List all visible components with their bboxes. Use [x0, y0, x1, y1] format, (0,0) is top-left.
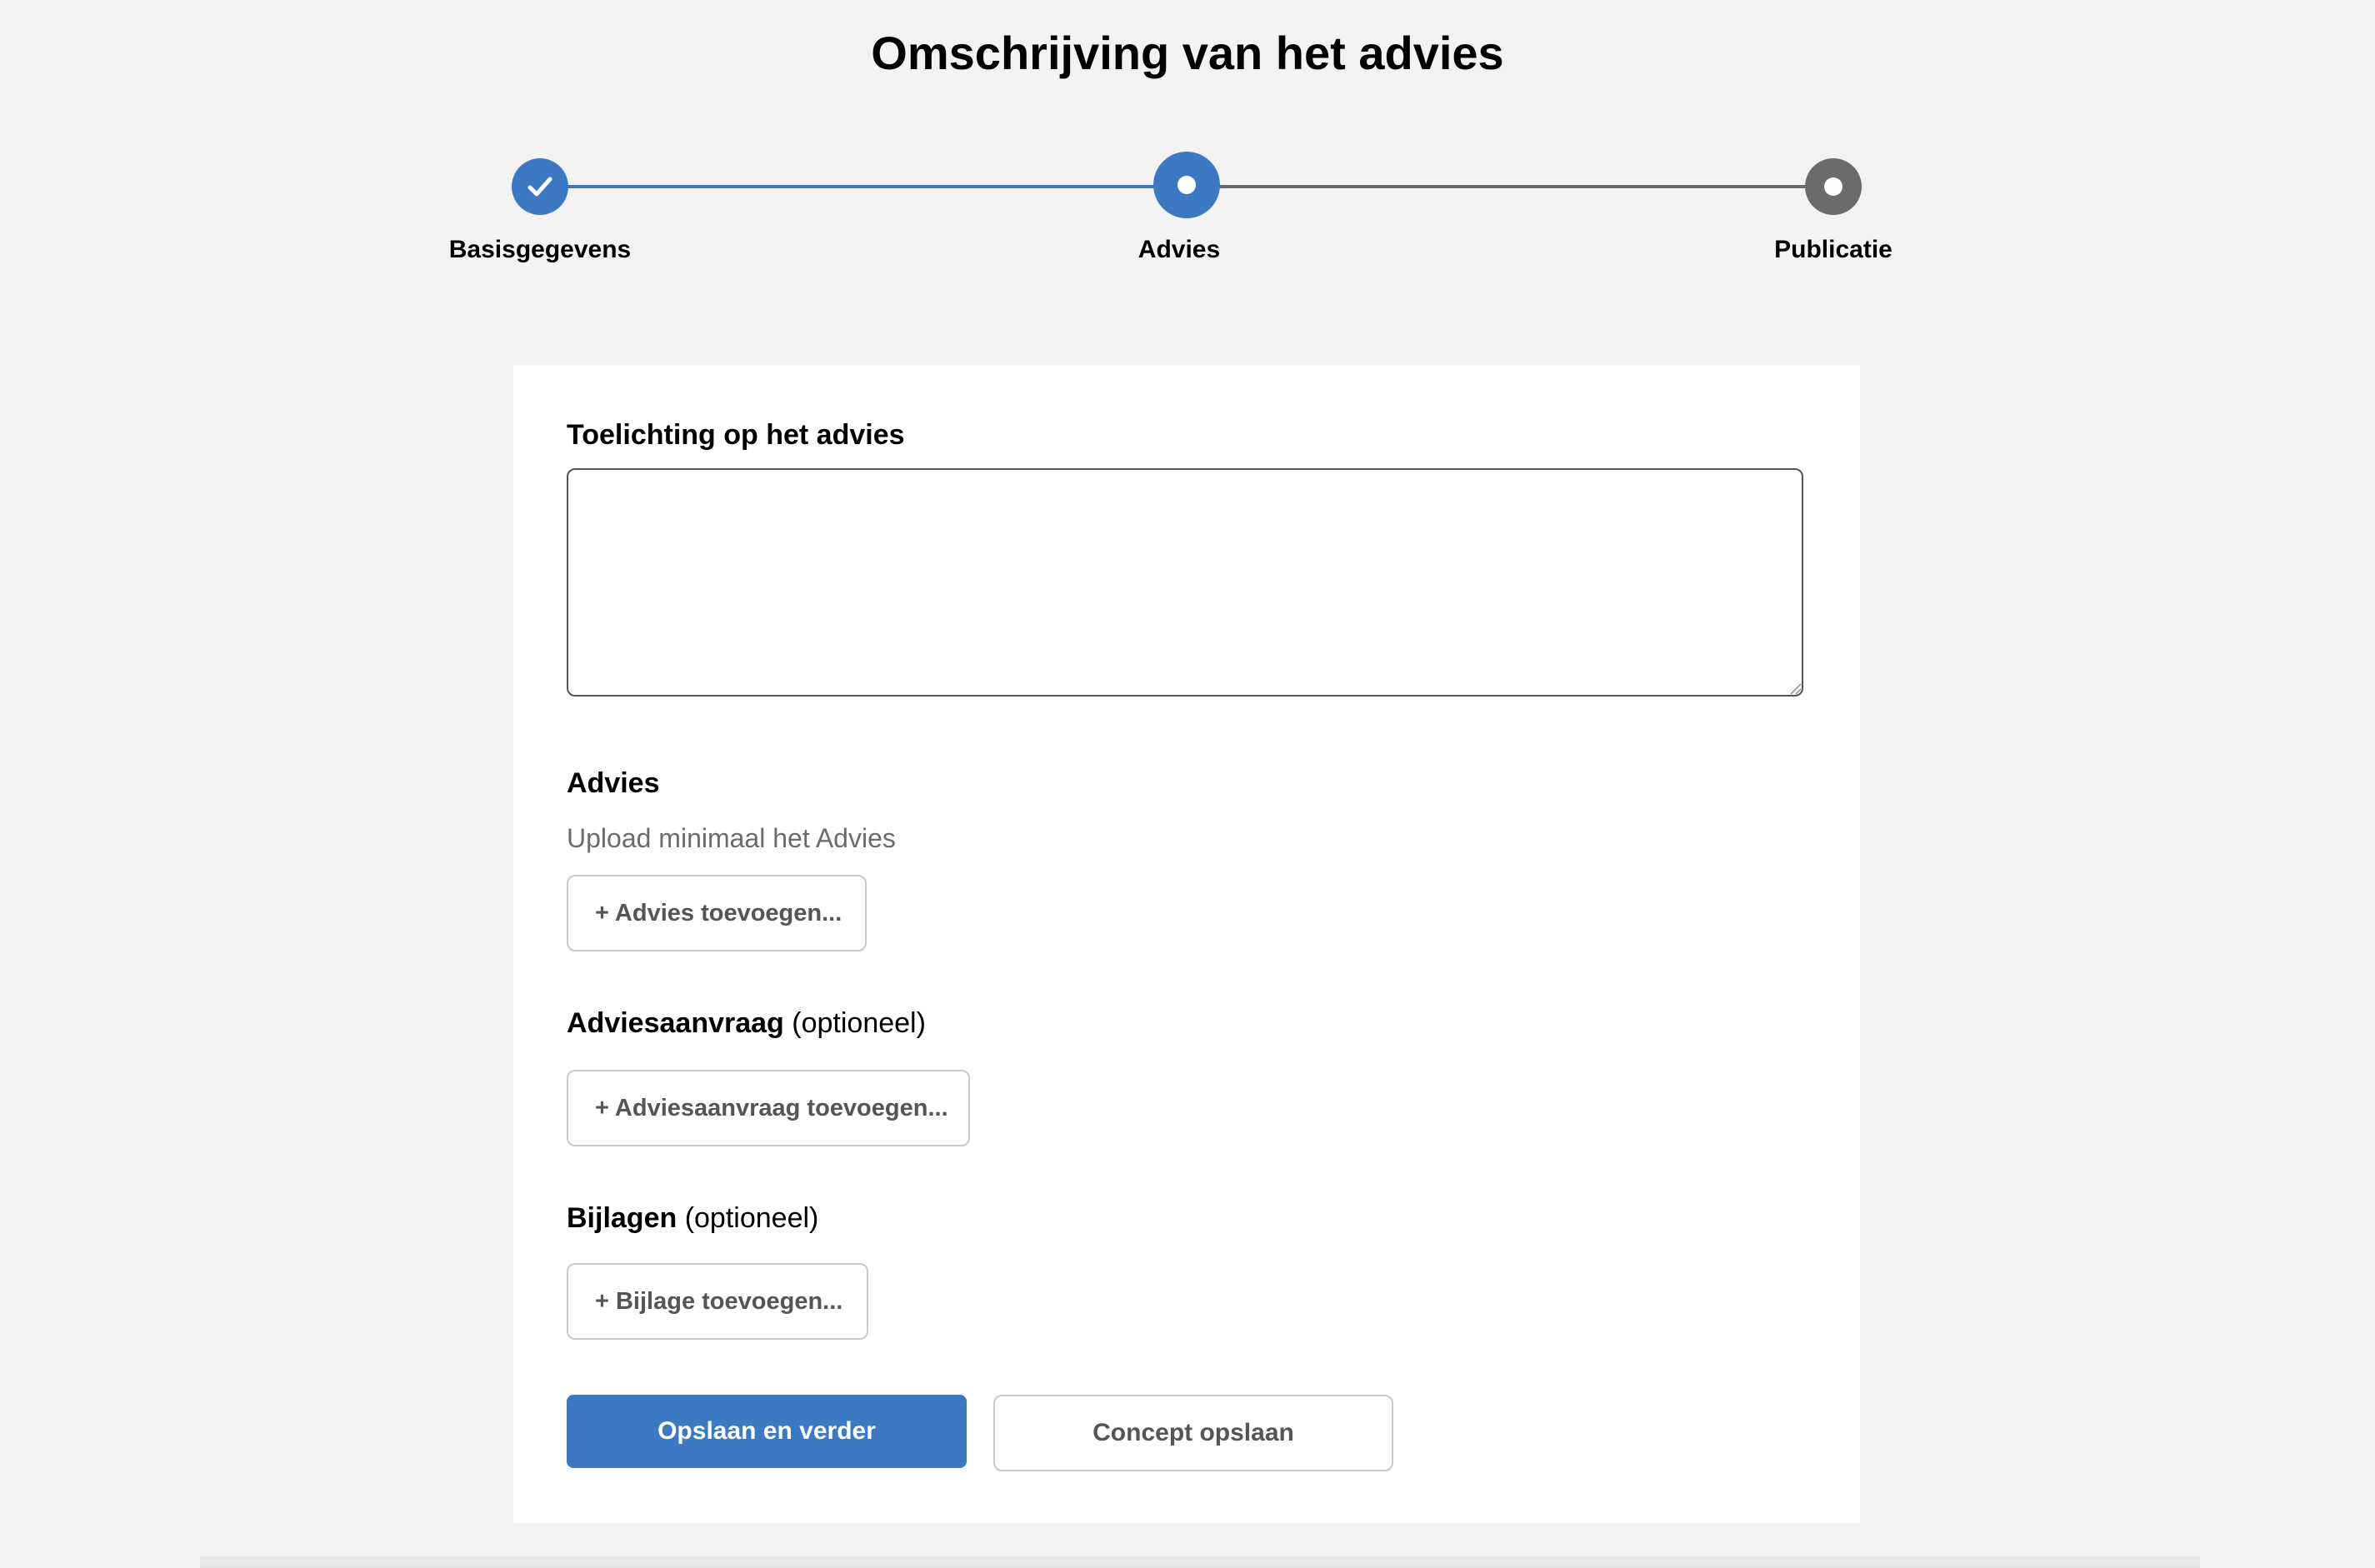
bijlagen-optional-text: (optioneel)	[684, 1202, 819, 1234]
adviesaanvraag-label-text: Adviesaanvraag	[567, 1007, 784, 1039]
progress-stepper: Basisgegevens Advies Publicatie	[0, 150, 2375, 283]
step-label-advies: Advies	[1138, 236, 1221, 263]
adviesaanvraag-label: Adviesaanvraag (optioneel)	[567, 1003, 926, 1043]
adviesaanvraag-optional-text: (optioneel)	[792, 1007, 926, 1039]
step-advies-current-icon	[1153, 152, 1220, 218]
add-bijlage-button[interactable]: + Bijlage toevoegen...	[567, 1263, 868, 1340]
bijlagen-label: Bijlagen (optioneel)	[567, 1198, 818, 1238]
step-label-basisgegevens[interactable]: Basisgegevens	[373, 233, 707, 267]
advies-hint: Upload minimaal het Advies	[567, 823, 896, 853]
add-advies-button[interactable]: + Advies toevoegen...	[567, 875, 867, 951]
step-basisgegevens-check-icon[interactable]	[512, 158, 568, 215]
checkmark-icon	[528, 177, 552, 197]
save-and-continue-button[interactable]: Opslaan en verder	[567, 1395, 967, 1468]
form-card: Toelichting op het advies Advies Upload …	[513, 365, 1860, 1523]
stepper-line-completed	[540, 185, 1187, 188]
current-step-dot-icon	[1178, 176, 1196, 194]
advies-label: Advies	[567, 767, 660, 799]
add-adviesaanvraag-button[interactable]: + Adviesaanvraag toevoegen...	[567, 1070, 970, 1146]
upcoming-step-dot-icon	[1824, 177, 1842, 196]
bijlagen-label-text: Bijlagen	[567, 1202, 678, 1234]
page-bottom-divider	[200, 1556, 2200, 1568]
toelichting-textarea[interactable]	[567, 468, 1803, 697]
stepper-line-upcoming	[1187, 185, 1833, 188]
step-publicatie-upcoming-icon	[1805, 158, 1862, 215]
save-draft-button[interactable]: Concept opslaan	[993, 1395, 1393, 1471]
resize-grip-icon[interactable]	[1788, 682, 1802, 695]
toelichting-label: Toelichting op het advies	[567, 419, 905, 451]
step-label-publicatie: Publicatie	[1774, 236, 1892, 263]
page-title: Omschrijving van het advies	[871, 27, 1504, 79]
